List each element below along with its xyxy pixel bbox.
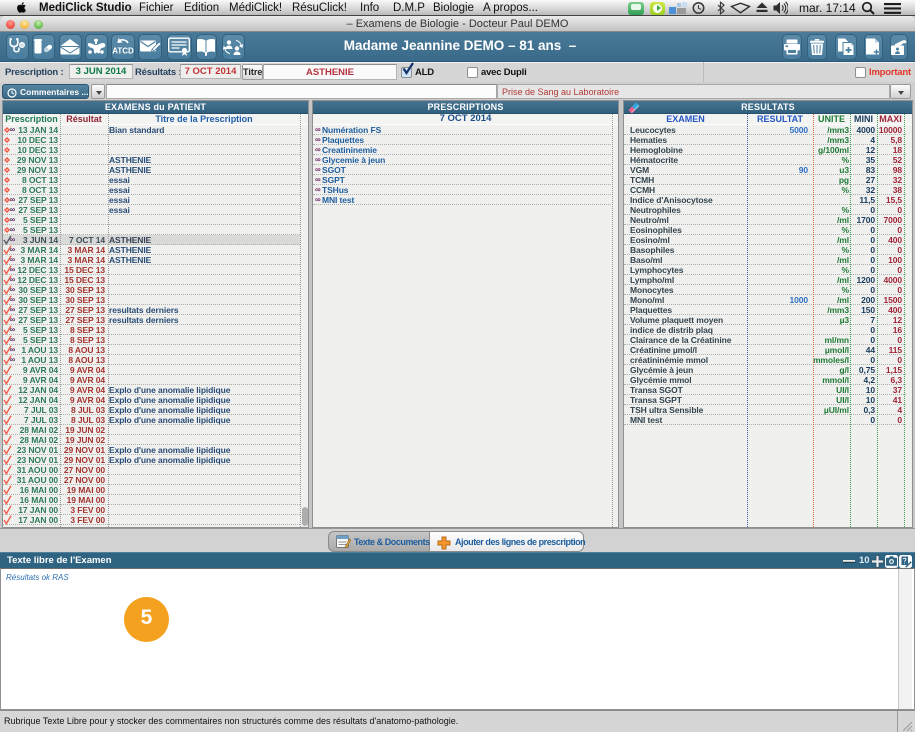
svg-text:ATCD: ATCD <box>112 47 134 56</box>
